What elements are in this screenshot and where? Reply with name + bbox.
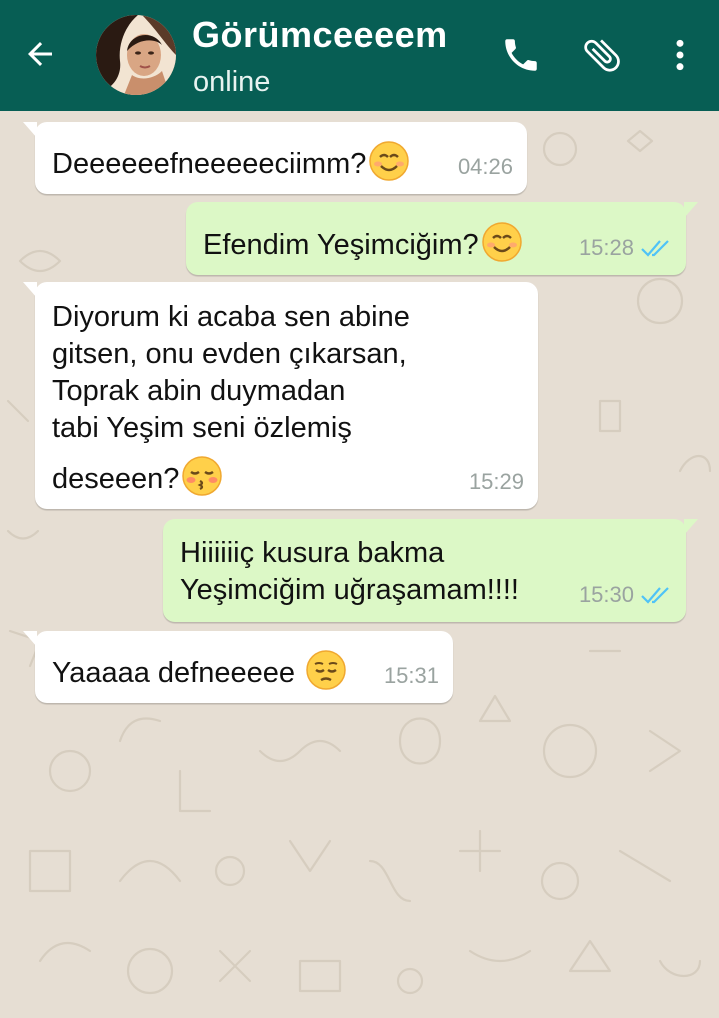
contact-status: online <box>193 66 271 98</box>
smiling-face-icon <box>481 222 522 262</box>
bubble-tail <box>23 631 37 647</box>
message-line: Toprak abin duymadan <box>52 375 346 407</box>
message-time: 04:26 <box>457 154 513 179</box>
smiling-face-icon <box>369 141 410 181</box>
message-text: Yaaaaa defneeeee <box>52 649 347 692</box>
message-bubble-incoming[interactable]: Diyorum ki acaba sen abine gitsen, onu e… <box>23 282 538 509</box>
message-line: Hiiiiiiç kusura bakma <box>180 537 445 569</box>
attach-button[interactable] <box>577 30 627 80</box>
message-line: Deeeeeefneeeeeciimm? <box>52 148 367 180</box>
bubble-tail <box>684 202 698 218</box>
message-line: deseeen? <box>52 463 180 495</box>
message-text: Diyorum ki acaba sen abine gitsen, onu e… <box>52 299 410 498</box>
more-vert-icon <box>676 39 684 71</box>
message-meta: 15:31 <box>384 657 439 694</box>
kissing-face-icon <box>182 456 223 496</box>
message-meta: 15:28 <box>579 229 672 266</box>
message-text: Hiiiiiiç kusura bakma Yeşimciğim uğraşam… <box>180 535 519 609</box>
message-line: gitsen, onu evden çıkarsan, <box>52 338 407 370</box>
chat-area[interactable]: Deeeeeefneeeeeciimm? 04:26 Efendim Yeşim… <box>0 111 719 1018</box>
message-line: tabi Yeşim seni özlemiş <box>52 412 352 444</box>
message-time: 15:31 <box>383 663 439 688</box>
bubble-tail <box>684 519 698 535</box>
message-bubble-outgoing[interactable]: Hiiiiiiç kusura bakma Yeşimciğim uğraşam… <box>163 519 698 622</box>
message-line: Yaaaaa defneeeee <box>52 657 295 689</box>
menu-button[interactable] <box>655 30 705 80</box>
avatar[interactable] <box>96 15 176 95</box>
message-line: Efendim Yeşimciğim? <box>203 229 479 261</box>
message-meta: 15:29 <box>469 463 524 500</box>
contact-name[interactable]: Görümceeeem <box>192 14 448 56</box>
double-check-icon <box>641 586 669 604</box>
voice-call-button[interactable] <box>496 30 546 80</box>
pensive-face-icon <box>306 650 346 690</box>
message-text: Deeeeeefneeeeeciimm? <box>52 140 410 183</box>
message-time: 15:28 <box>578 235 634 260</box>
double-check-icon <box>641 239 669 257</box>
phone-icon <box>505 39 537 71</box>
message-meta: 15:30 <box>579 576 672 613</box>
back-arrow-icon <box>28 42 52 66</box>
message-time: 15:30 <box>578 582 634 607</box>
message-time: 15:29 <box>468 469 524 494</box>
message-line: Diyorum ki acaba sen abine <box>52 301 410 333</box>
message-bubble-outgoing[interactable]: Efendim Yeşimciğim? 15:28 <box>186 202 698 275</box>
message-bubble-incoming[interactable]: Yaaaaa defneeeee 15:31 <box>23 631 453 703</box>
back-button[interactable] <box>18 32 62 76</box>
message-text: Efendim Yeşimciğim? <box>203 221 523 264</box>
contact-photo <box>96 15 176 95</box>
paperclip-icon <box>584 39 620 72</box>
chat-header: Görümceeeem online <box>0 0 719 111</box>
message-meta: 04:26 <box>458 148 513 185</box>
message-bubble-incoming[interactable]: Deeeeeefneeeeeciimm? 04:26 <box>23 122 527 194</box>
bubble-tail <box>23 282 37 298</box>
bubble-tail <box>23 122 37 138</box>
message-line: Yeşimciğim uğraşamam!!!! <box>180 574 519 606</box>
